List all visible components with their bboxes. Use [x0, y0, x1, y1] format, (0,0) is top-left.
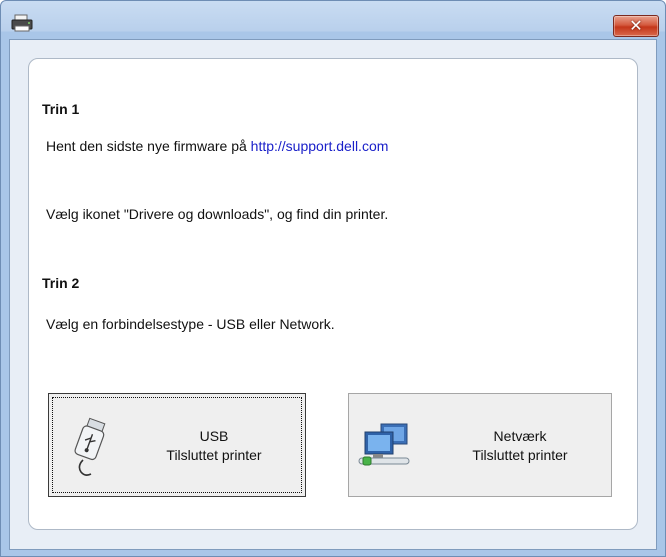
network-computers-icon [358, 423, 410, 466]
usb-connection-button[interactable]: USB Tilsluttet printer [48, 393, 306, 497]
network-button-subtitle: Tilsluttet printer [472, 447, 568, 463]
network-connection-button[interactable]: Netværk Tilsluttet printer [348, 393, 612, 497]
drivers-instruction: Vælg ikonet "Drivere og downloads", og f… [46, 206, 389, 222]
usb-button-title: USB [199, 428, 229, 444]
firmware-instruction: Hent den sidste nye firmware på http://s… [46, 138, 388, 154]
close-button[interactable]: ✕ [613, 15, 659, 37]
step2-heading: Trin 2 [42, 275, 80, 291]
step1-heading: Trin 1 [42, 101, 80, 117]
support-link[interactable]: http://support.dell.com [251, 138, 389, 154]
installer-window: ✕ Trin 1 Hent den sidste nye firmware på… [0, 0, 666, 557]
title-bar[interactable]: ✕ [1, 1, 665, 39]
content-panel: Trin 1 Hent den sidste nye firmware på h… [28, 58, 638, 530]
close-icon: ✕ [629, 16, 643, 35]
network-button-title: Netværk [493, 428, 547, 444]
printer-app-icon [11, 14, 33, 32]
window-client-area: Trin 1 Hent den sidste nye firmware på h… [9, 39, 657, 550]
usb-drive-icon [74, 417, 106, 476]
firmware-instruction-text: Hent den sidste nye firmware på [46, 138, 251, 154]
usb-button-subtitle: Tilsluttet printer [166, 447, 262, 463]
connection-instruction: Vælg en forbindelsestype - USB eller Net… [46, 316, 335, 332]
